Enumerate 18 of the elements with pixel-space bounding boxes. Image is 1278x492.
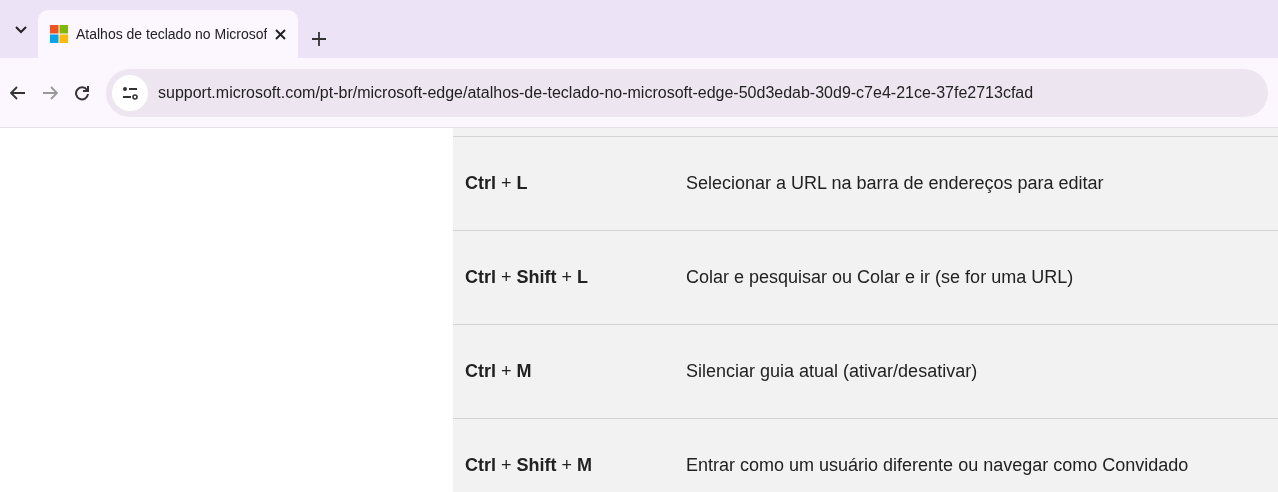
forward-arrow-icon[interactable]: [42, 85, 58, 100]
new-tab-icon[interactable]: [312, 32, 326, 46]
shortcut-keys: Ctrl + M: [453, 361, 686, 382]
shortcut-keys: Ctrl + Shift + M: [453, 455, 686, 476]
reload-icon[interactable]: [74, 84, 90, 101]
shortcut-keys: Ctrl + Shift + L: [453, 267, 686, 288]
address-bar[interactable]: support.microsoft.com/pt-br/microsoft-edge/atalhos-de-teclado-no-microsoft-edge-50d3edab-30d9-c7e4-21ce-37fe2713cfad: [106, 68, 1268, 117]
four-squares-logo-icon: [50, 25, 68, 43]
shortcut-description: Silenciar guia atual (ativar/desativar): [686, 361, 978, 382]
shortcut-description: Entrar como um usuário diferente ou navegar como Convidado: [686, 455, 1189, 476]
shortcut-description: Selecionar a URL na barra de endereços para editar: [686, 173, 1104, 194]
close-icon[interactable]: [275, 28, 286, 40]
back-arrow-icon[interactable]: [10, 85, 26, 100]
shortcut-description: Colar e pesquisar ou Colar e ir (se for uma URL): [686, 267, 1074, 288]
site-settings-icon[interactable]: [122, 85, 138, 100]
shortcut-keys: Ctrl + L: [453, 173, 686, 194]
browser-tab[interactable]: Atalhos de teclado no Microsof: [38, 10, 298, 58]
dropdown-caret-icon[interactable]: [15, 26, 27, 34]
